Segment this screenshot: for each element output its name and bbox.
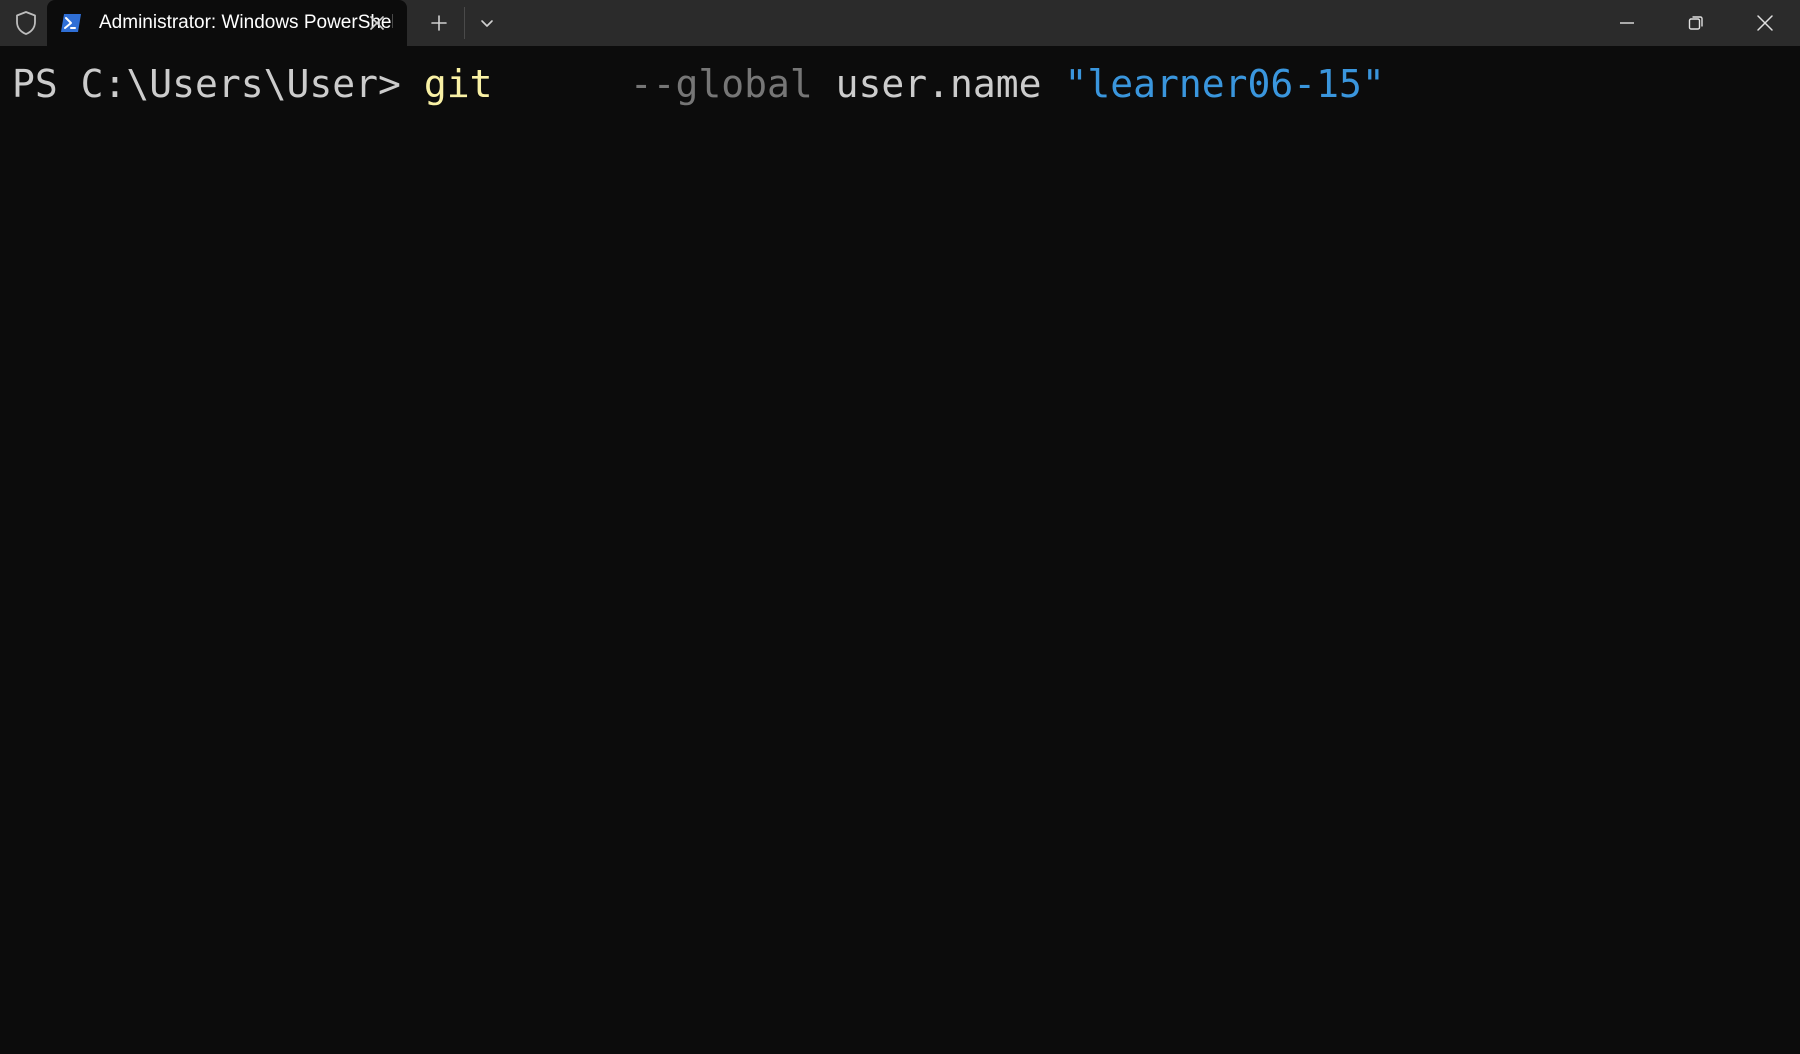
parameter-token: --global	[629, 62, 813, 106]
tab-powershell[interactable]: Administrator: Windows PowerShell	[47, 0, 407, 46]
profile-dropdown-button[interactable]	[474, 10, 500, 36]
argument-token: user.name	[835, 62, 1042, 106]
new-tab-button[interactable]	[426, 10, 452, 36]
plus-icon	[431, 15, 447, 31]
chevron-down-icon	[481, 20, 493, 27]
tab-title: Administrator: Windows PowerShell	[99, 12, 393, 33]
powershell-icon	[60, 13, 82, 33]
command-line[interactable]: PS C:\Users\User> git --global user.name…	[12, 60, 1385, 108]
tab-divider	[464, 7, 465, 39]
close-icon[interactable]	[365, 11, 389, 35]
prompt: PS C:\Users\User>	[12, 62, 424, 106]
maximize-button[interactable]	[1663, 0, 1729, 46]
string-token: "learner06-15"	[1064, 62, 1385, 106]
close-icon	[1757, 15, 1773, 31]
shield-icon	[12, 11, 40, 35]
whitespace-gap	[492, 62, 629, 106]
minimize-button[interactable]	[1594, 0, 1660, 46]
restore-icon	[1688, 16, 1703, 30]
command-token: git	[423, 62, 493, 106]
terminal-window: Administrator: Windows PowerShell PS C:\…	[0, 0, 1800, 1054]
close-window-button[interactable]	[1732, 0, 1798, 46]
terminal-output[interactable]: PS C:\Users\User> git --global user.name…	[0, 46, 1800, 1054]
minimize-icon	[1620, 22, 1634, 24]
title-bar[interactable]: Administrator: Windows PowerShell	[0, 0, 1800, 46]
